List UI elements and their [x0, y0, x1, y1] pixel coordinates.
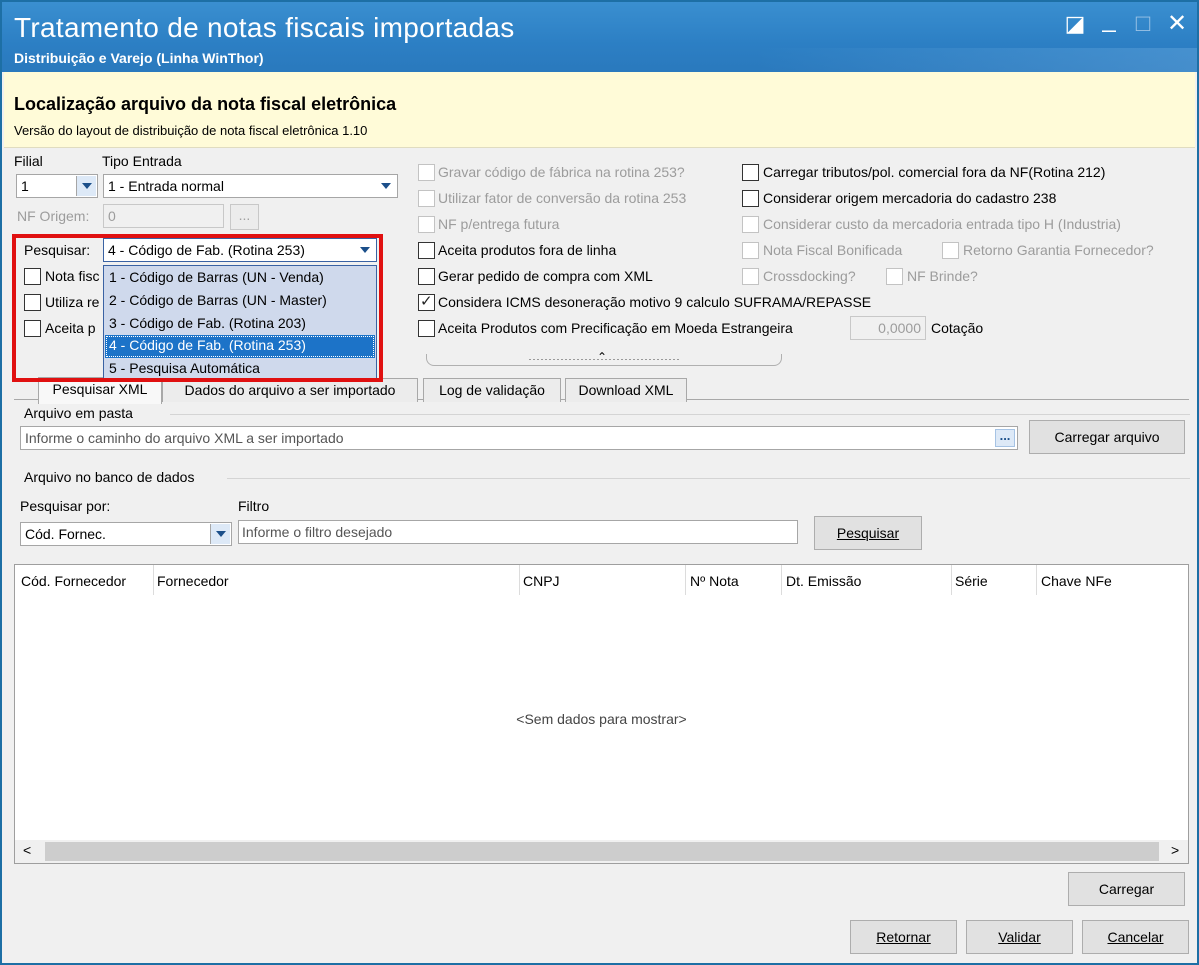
divider	[170, 414, 1190, 415]
tipo-entrada-value: 1 - Entrada normal	[108, 178, 224, 194]
restore-icon[interactable]: ◪	[1060, 10, 1090, 38]
chevron-down-icon[interactable]	[376, 176, 396, 196]
column-separator[interactable]	[519, 565, 520, 595]
gerar-pedido-checkbox[interactable]	[418, 268, 435, 285]
pesquisar-por-label: Pesquisar por:	[20, 498, 111, 514]
column-header[interactable]: Nº Nota	[690, 573, 739, 589]
arquivo-pasta-group-label: Arquivo em pasta	[24, 405, 133, 421]
considerar-custo-checkbox	[742, 216, 759, 233]
nfe-grid[interactable]: Cód. Fornecedor Fornecedor CNPJ Nº Nota …	[14, 564, 1189, 864]
cotacao-value: 0,0000	[878, 320, 921, 336]
title-bar[interactable]: Tratamento de notas fiscais importadas D…	[2, 2, 1197, 72]
arquivo-path-input[interactable]: Informe o caminho do arquivo XML a ser i…	[20, 426, 1018, 450]
chevron-down-icon[interactable]	[76, 176, 96, 196]
grid-empty-text: <Sem dados para mostrar>	[516, 711, 687, 727]
column-separator[interactable]	[951, 565, 952, 595]
chevron-down-icon[interactable]	[210, 524, 230, 544]
nf-brinde-checkbox	[886, 268, 903, 285]
considera-icms-label: Considera ICMS desoneração motivo 9 calc…	[438, 294, 872, 310]
scroll-thumb[interactable]	[45, 842, 1159, 861]
arquivo-path-placeholder: Informe o caminho do arquivo XML a ser i…	[25, 430, 344, 446]
gravar-codigo-checkbox	[418, 164, 435, 181]
scroll-right-icon[interactable]: >	[1171, 842, 1179, 858]
considerar-origem-label: Considerar origem mercadoria do cadastro…	[763, 190, 1057, 206]
maximize-icon[interactable]: □	[1128, 10, 1158, 38]
column-separator[interactable]	[153, 565, 154, 595]
nf-origem-value: 0	[108, 208, 116, 224]
aceita-fora-linha-checkbox[interactable]	[418, 242, 435, 259]
header-info-band: Localização arquivo da nota fiscal eletr…	[4, 72, 1195, 148]
crossdocking-label: Crossdocking?	[763, 268, 856, 284]
retorno-garantia-label: Retorno Garantia Fornecedor?	[963, 242, 1154, 258]
nf-origem-browse-button: ...	[230, 204, 259, 230]
column-header[interactable]: Chave NFe	[1041, 573, 1112, 589]
cotacao-input: 0,0000	[850, 316, 926, 340]
column-separator[interactable]	[685, 565, 686, 595]
nf-origem-label: NF Origem:	[17, 208, 90, 224]
tipo-entrada-select[interactable]: 1 - Entrada normal	[103, 174, 398, 198]
column-header[interactable]: CNPJ	[523, 573, 560, 589]
nf-brinde-label: NF Brinde?	[907, 268, 978, 284]
browse-icon[interactable]: ...	[995, 429, 1015, 447]
close-icon[interactable]: ✕	[1162, 10, 1192, 38]
carregar-arquivo-button[interactable]: Carregar arquivo	[1029, 420, 1185, 454]
divider	[227, 478, 1190, 479]
column-header[interactable]: Dt. Emissão	[786, 573, 861, 589]
filtro-input[interactable]: Informe o filtro desejado	[238, 520, 798, 544]
column-separator[interactable]	[1036, 565, 1037, 595]
filial-value: 1	[21, 178, 29, 194]
filtro-placeholder: Informe o filtro desejado	[242, 524, 393, 540]
cotacao-label: Cotação	[931, 320, 984, 336]
window-subtitle: Distribuição e Varejo (Linha WinThor)	[14, 50, 264, 66]
nf-entrega-futura-checkbox	[418, 216, 435, 233]
retorno-garantia-checkbox	[942, 242, 959, 259]
nota-bonificada-checkbox	[742, 242, 759, 259]
main-window: Tratamento de notas fiscais importadas D…	[0, 0, 1199, 965]
carregar-tributos-checkbox[interactable]	[742, 164, 759, 181]
considerar-origem-checkbox[interactable]	[742, 190, 759, 207]
tab-download-xml[interactable]: Download XML	[565, 378, 687, 402]
aceita-fora-linha-label: Aceita produtos fora de linha	[438, 242, 617, 258]
chevron-up-icon[interactable]: ⌃	[597, 350, 607, 364]
aceita-moeda-checkbox[interactable]	[418, 320, 435, 337]
pesquisar-por-select[interactable]: Cód. Fornec.	[20, 522, 232, 546]
splitter-collapse-handle[interactable]: ⌃	[426, 350, 782, 366]
pesquisar-button[interactable]: Pesquisar	[814, 516, 922, 550]
column-header[interactable]: Cód. Fornecedor	[21, 573, 126, 589]
column-header[interactable]: Série	[955, 573, 988, 589]
window-title: Tratamento de notas fiscais importadas	[14, 12, 515, 43]
gerar-pedido-label: Gerar pedido de compra com XML	[438, 268, 653, 284]
column-separator[interactable]	[781, 565, 782, 595]
banco-dados-group-label: Arquivo no banco de dados	[24, 469, 195, 485]
horizontal-scrollbar[interactable]: < >	[15, 840, 1188, 863]
cancelar-button[interactable]: Cancelar	[1082, 920, 1189, 954]
aceita-moeda-label: Aceita Produtos com Precificação em Moed…	[438, 320, 793, 336]
utilizar-fator-label: Utilizar fator de conversão da rotina 25…	[438, 190, 687, 206]
gravar-codigo-label: Gravar código de fábrica na rotina 253?	[438, 164, 685, 180]
nota-bonificada-label: Nota Fiscal Bonificada	[763, 242, 903, 258]
crossdocking-checkbox	[742, 268, 759, 285]
nf-entrega-futura-label: NF p/entrega futura	[438, 216, 560, 232]
highlight-frame	[12, 234, 383, 382]
carregar-tributos-label: Carregar tributos/pol. comercial fora da…	[763, 164, 1106, 180]
tab-log-validacao[interactable]: Log de validação	[423, 378, 561, 402]
minimize-icon[interactable]: _	[1094, 6, 1124, 34]
nf-origem-input: 0	[103, 204, 224, 228]
filial-label: Filial	[14, 153, 43, 169]
column-header[interactable]: Fornecedor	[157, 573, 229, 589]
considera-icms-checkbox[interactable]	[418, 292, 435, 311]
carregar-button[interactable]: Carregar	[1068, 872, 1185, 906]
pesquisar-por-value: Cód. Fornec.	[25, 526, 106, 542]
filtro-label: Filtro	[238, 498, 270, 514]
validar-button[interactable]: Validar	[966, 920, 1073, 954]
title-bar-decoration	[756, 48, 1197, 72]
utilizar-fator-checkbox	[418, 190, 435, 207]
header-description: Versão do layout de distribuição de nota…	[14, 123, 368, 138]
considerar-custo-label: Considerar custo da mercadoria entrada t…	[763, 216, 1121, 232]
tipo-entrada-label: Tipo Entrada	[102, 153, 182, 169]
retornar-button[interactable]: Retornar	[850, 920, 957, 954]
header-title: Localização arquivo da nota fiscal eletr…	[14, 94, 397, 114]
filial-select[interactable]: 1	[16, 174, 98, 198]
scroll-left-icon[interactable]: <	[23, 842, 31, 858]
